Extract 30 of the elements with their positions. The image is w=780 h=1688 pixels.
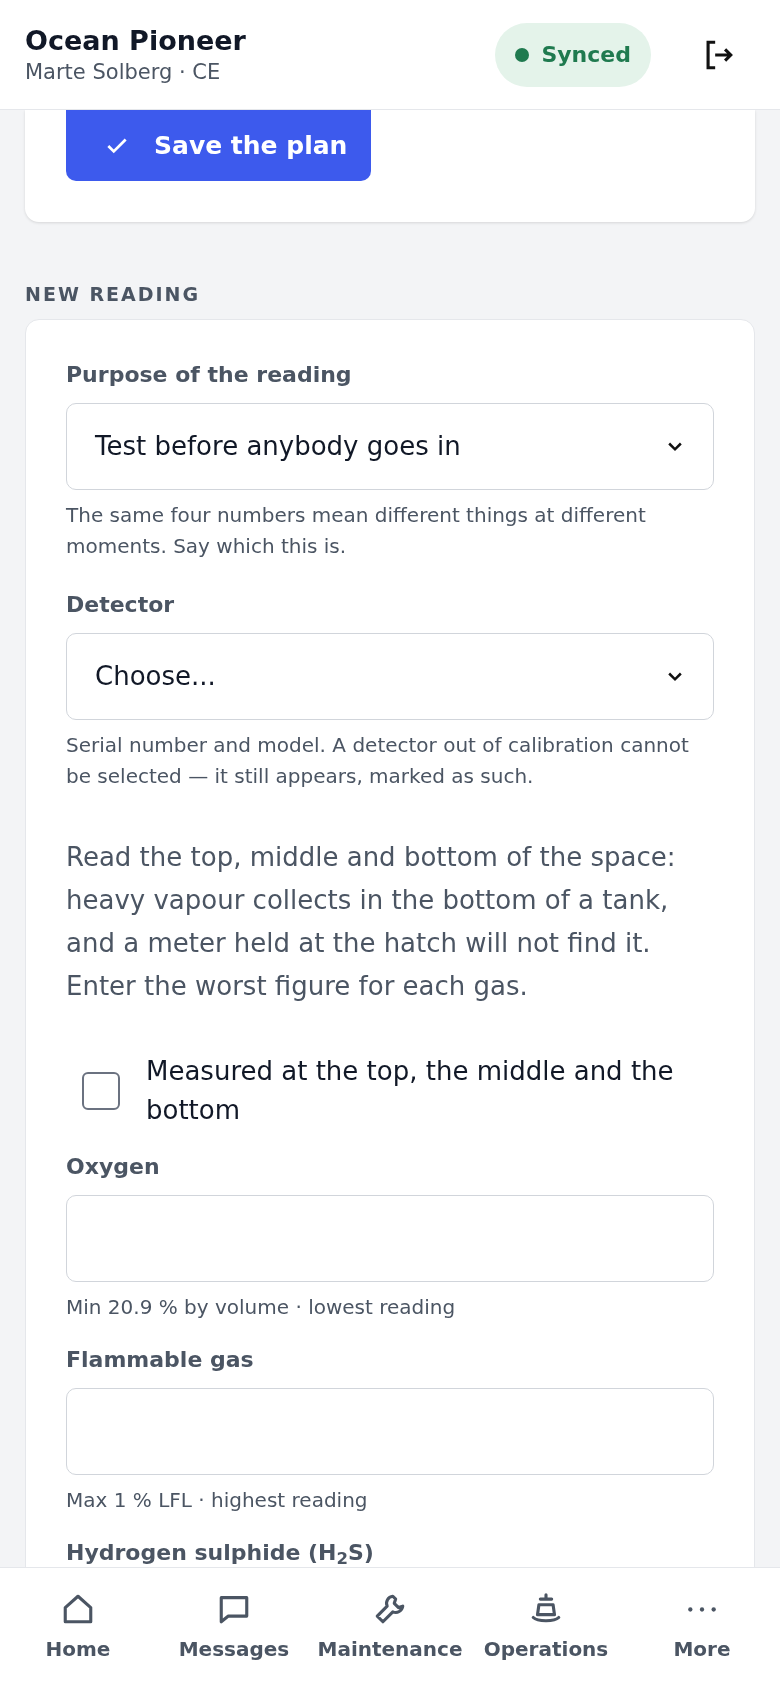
checkbox[interactable] xyxy=(82,1071,120,1110)
nav-tab[interactable]: More xyxy=(624,1568,780,1688)
more-icon xyxy=(685,1606,719,1612)
field-label: Oxygen xyxy=(66,1152,161,1181)
help-text: Serial number and model. A detector out of calibration cannot be selected — it still appears, marked as such. xyxy=(66,731,690,790)
nav-tab[interactable]: Home xyxy=(0,1568,156,1688)
nav-tab[interactable]: Messages xyxy=(156,1568,312,1688)
checkbox-row[interactable]: Measured at the top, the middle and the bottom xyxy=(66,1051,714,1130)
save-button[interactable]: Save the plan xyxy=(66,110,371,181)
nav-tab[interactable]: Maintenance xyxy=(312,1568,468,1688)
help-text: Max 1 % LFL · highest reading xyxy=(66,1486,369,1514)
user-subtitle: Marte Solberg · CE xyxy=(25,58,222,86)
vessel-title: Ocean Pioneer xyxy=(25,23,247,58)
field-label: Flammable gas xyxy=(66,1345,255,1374)
input-field[interactable] xyxy=(66,1387,714,1475)
select-field[interactable]: Choose... xyxy=(66,632,714,720)
help-text: The same four numbers mean different things at different moments. Say which this is. xyxy=(66,501,647,560)
instruction-text: Read the top, middle and bottom of the space: heavy vapour collects in the bottom of a tank, and a meter held at the hatch will not find it. Enter the worst figure for each gas. xyxy=(66,840,677,1003)
help-text: Min 20.9 % by volume · lowest reading xyxy=(66,1293,457,1321)
nav-tab[interactable]: Operations xyxy=(468,1568,624,1688)
home-icon xyxy=(61,1592,95,1626)
field-label: Detector xyxy=(66,590,176,619)
section-heading: NEW READING xyxy=(25,282,202,307)
wrench-icon xyxy=(373,1592,407,1626)
field-label: Purpose of the reading xyxy=(66,360,353,389)
sync-status-pill: Synced xyxy=(495,22,651,87)
checkbox-label: Measured at the top, the middle and the bottom xyxy=(146,1054,675,1127)
input-field[interactable] xyxy=(66,1194,714,1282)
select-field[interactable]: Test before anybody goes in xyxy=(66,402,714,490)
field-label: Hydrogen sulphide (H$_{2}$S) xyxy=(66,1538,375,1567)
